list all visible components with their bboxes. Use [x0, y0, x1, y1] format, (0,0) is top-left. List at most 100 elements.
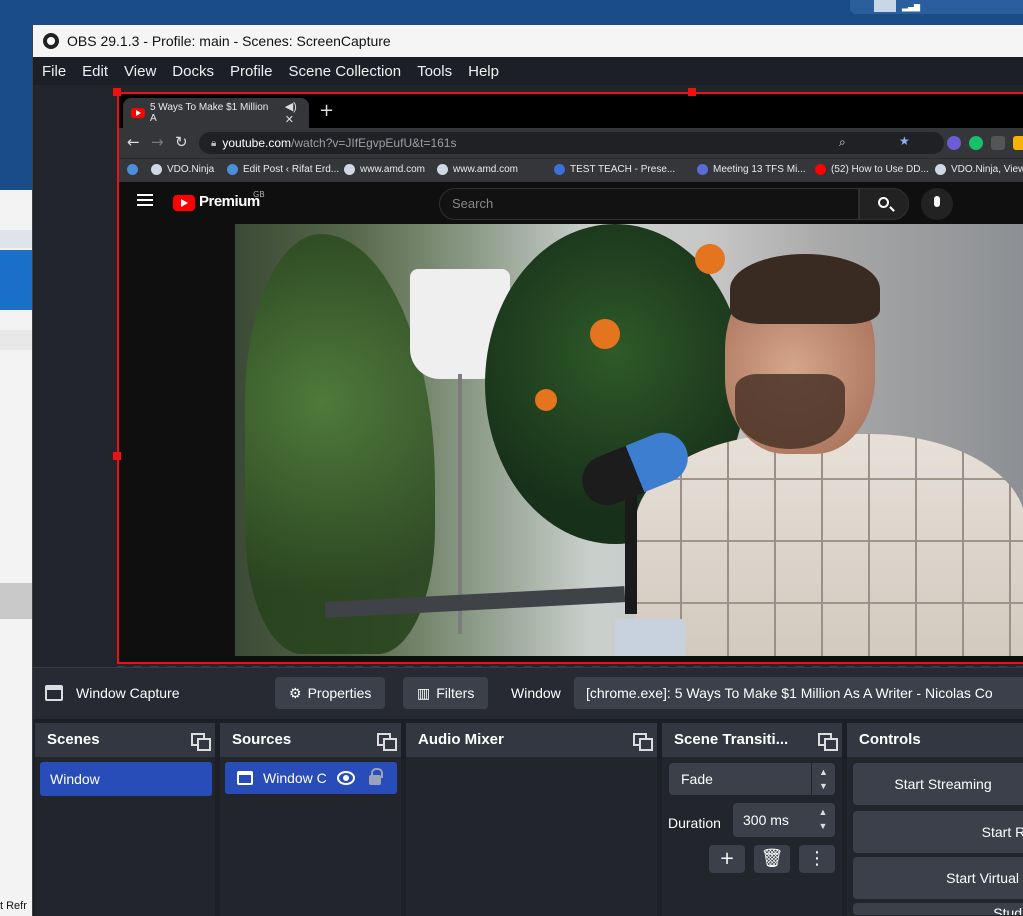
scenes-dock: Scenes Window [35, 723, 215, 916]
filter-icon: ▥ [417, 684, 431, 701]
undock-icon[interactable] [818, 733, 838, 751]
filters-button[interactable]: ▥ Filters [403, 677, 489, 709]
video-cup [615, 619, 685, 656]
start-streaming-button[interactable]: Start Streaming [853, 763, 1023, 805]
background-band [0, 230, 36, 248]
bookmark-item[interactable]: VDO.Ninja [151, 164, 214, 175]
youtube-search-input[interactable]: Search [439, 188, 859, 220]
scenes-list: Window [35, 757, 215, 916]
youtube-search-button[interactable] [859, 188, 909, 220]
start-recording-button[interactable]: Start Re [853, 811, 1023, 853]
undock-icon[interactable] [191, 733, 211, 751]
bookmark-item[interactable]: Meeting 13 TFS Mi... [697, 164, 806, 175]
microphone-icon[interactable] [921, 188, 953, 220]
properties-button[interactable]: ⚙ Properties [275, 677, 386, 709]
title-bar: OBS 29.1.3 - Profile: main - Scenes: Scr… [33, 25, 1023, 57]
resize-handle[interactable] [113, 88, 121, 96]
stepper-icon[interactable]: ▲ ▼ [811, 803, 835, 837]
youtube-region: GB [253, 190, 265, 199]
background-text: t Refr [0, 900, 27, 912]
audio-mixer-body [406, 757, 657, 916]
bookmark-item[interactable]: www.amd.com [437, 164, 518, 175]
transition-select[interactable]: Fade ▲ ▼ [669, 763, 835, 795]
browser-tab-strip: 5 Ways To Make $1 Million A ◀) ✕ + [119, 94, 1023, 128]
scene-transitions-dock-header: Scene Transiti... [662, 723, 842, 757]
background-band [0, 330, 36, 350]
menu-docks[interactable]: Docks [172, 63, 214, 80]
duration-input[interactable]: 300 ms ▲ ▼ [733, 803, 835, 837]
tray-thumbnail [874, 0, 896, 12]
sources-dock: Sources Window C [220, 723, 401, 916]
studio-mode-button[interactable]: Studio [853, 903, 1023, 915]
video-mic-stand [625, 484, 637, 614]
window-capture-icon [237, 771, 253, 785]
extension-icon[interactable] [991, 136, 1005, 150]
reload-icon[interactable]: ↻ [175, 133, 188, 151]
undock-icon[interactable] [377, 733, 397, 751]
bookmark-item[interactable]: (52) How to Use DD... [815, 164, 929, 175]
browser-toolbar: ← → ↻ 🔒︎ youtube.com /watch?v=JIfEgvpEuf… [119, 128, 1023, 158]
tab-audio-close-icon[interactable]: ◀) ✕ [285, 100, 309, 126]
menu-view[interactable]: View [124, 63, 156, 80]
controls-dock: Controls Start Streaming Start Re Start … [847, 723, 1023, 916]
video-orange [590, 319, 620, 349]
menu-help[interactable]: Help [468, 63, 499, 80]
scenes-title: Scenes [47, 731, 100, 748]
duration-label: Duration [668, 815, 721, 831]
add-transition-button[interactable]: + [709, 845, 745, 873]
undock-icon[interactable] [633, 733, 653, 751]
controls-body: Start Streaming Start Re Start Virtual C… [847, 757, 1023, 916]
scene-item[interactable]: Window [40, 762, 212, 796]
new-tab-icon[interactable]: + [319, 100, 334, 121]
extension-icon[interactable] [947, 136, 961, 150]
bookmark-item[interactable]: www.amd.com [344, 164, 425, 175]
scene-transitions-dock: Scene Transiti... Fade ▲ ▼ Duration 300 m… [662, 723, 842, 916]
window-select[interactable]: [chrome.exe]: 5 Ways To Make $1 Million … [574, 677, 1023, 709]
star-icon[interactable]: ★ [899, 134, 910, 148]
youtube-logo-icon[interactable] [173, 195, 195, 211]
extension-icon[interactable] [1013, 136, 1023, 150]
menu-icon[interactable] [137, 194, 153, 206]
transition-menu-button[interactable]: ⋮ [799, 845, 835, 873]
menu-edit[interactable]: Edit [82, 63, 108, 80]
sources-dock-header: Sources [220, 723, 401, 757]
browser-tab[interactable]: 5 Ways To Make $1 Million A ◀) ✕ [123, 98, 309, 128]
bookmark-item[interactable] [127, 164, 143, 175]
sources-list: Window C [220, 757, 401, 916]
start-virtual-camera-button[interactable]: Start Virtual C [853, 857, 1023, 899]
visibility-eye-icon[interactable] [337, 771, 355, 785]
zoom-icon[interactable]: ⌕ [839, 135, 846, 150]
back-icon[interactable]: ← [127, 133, 140, 151]
menu-file[interactable]: File [42, 63, 66, 80]
chevron-updown-icon[interactable]: ▲ ▼ [811, 763, 835, 795]
resize-handle[interactable] [688, 88, 696, 96]
menu-profile[interactable]: Profile [230, 63, 273, 80]
video-orange [535, 389, 557, 411]
remove-transition-button[interactable]: 🗑︎ [754, 845, 790, 873]
duration-value: 300 ms [743, 812, 789, 828]
source-item[interactable]: Window C [225, 762, 397, 794]
window-title: OBS 29.1.3 - Profile: main - Scenes: Scr… [67, 33, 391, 49]
obs-window: OBS 29.1.3 - Profile: main - Scenes: Scr… [32, 25, 1023, 916]
youtube-favicon-icon [131, 108, 145, 118]
properties-label: Properties [307, 685, 372, 701]
menu-scene-collection[interactable]: Scene Collection [289, 63, 402, 80]
grammarly-icon[interactable] [969, 136, 983, 150]
capture-source-frame[interactable]: 5 Ways To Make $1 Million A ◀) ✕ + ← → ↻… [117, 92, 1023, 664]
source-item-label: Window C [263, 770, 327, 786]
lock-icon[interactable] [369, 768, 383, 785]
forward-icon[interactable]: → [151, 133, 164, 151]
preview-canvas[interactable]: 5 Ways To Make $1 Million A ◀) ✕ + ← → ↻… [33, 85, 1023, 685]
resize-handle[interactable] [113, 452, 121, 460]
browser-tab-title: 5 Ways To Make $1 Million A [149, 102, 269, 124]
menu-tools[interactable]: Tools [417, 63, 452, 80]
bookmark-item[interactable]: TEST TEACH - Prese... [554, 164, 675, 175]
audio-mixer-dock-header: Audio Mixer [406, 723, 657, 757]
taskbar-tray: ▂▃▅ [850, 0, 1023, 14]
video-frame[interactable] [235, 224, 1023, 656]
audio-mixer-title: Audio Mixer [418, 731, 504, 748]
url-path: /watch?v=JIfEgvpEufU&t=161s [291, 136, 457, 150]
bookmark-item[interactable]: Edit Post ‹ Rifat Erd... [227, 164, 339, 175]
address-bar[interactable]: 🔒︎ youtube.com /watch?v=JIfEgvpEufU&t=16… [199, 132, 944, 154]
bookmark-item[interactable]: VDO.Ninja, View= [935, 164, 1023, 175]
